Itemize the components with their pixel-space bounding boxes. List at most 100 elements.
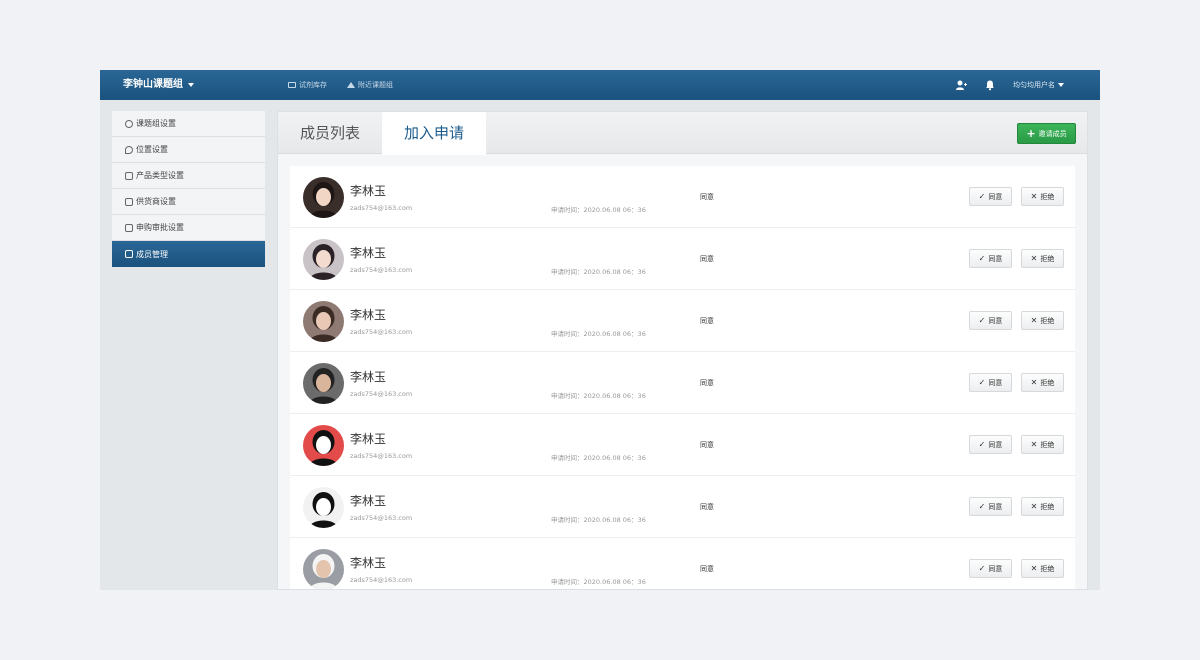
apply-time: 申请时间：2020.06.08 06：36 xyxy=(551,206,646,214)
avatar xyxy=(303,549,344,589)
applicant-name: 李林玉 xyxy=(350,246,387,260)
truck-icon xyxy=(125,197,133,206)
agree-button[interactable]: ✓ 同意 xyxy=(969,373,1012,392)
avatar xyxy=(303,487,344,528)
list-item: 李林玉 zads754@163.com 申请时间：2020.06.08 06：36 同… xyxy=(290,290,1075,352)
agree-button[interactable]: ✓ 同意 xyxy=(969,249,1012,268)
sidebar-item-label: 课题组设置 xyxy=(136,119,176,128)
reject-button[interactable]: ✕ 拒绝 xyxy=(1021,559,1064,578)
applicant-email: zads754@163.com xyxy=(350,390,413,398)
apply-time: 申请时间：2020.06.08 06：36 xyxy=(551,454,646,462)
sidebar-item-label: 申购审批设置 xyxy=(136,223,184,232)
caret-down-icon xyxy=(188,83,194,87)
plus-icon: + xyxy=(1026,126,1036,140)
applicant-name: 李林玉 xyxy=(350,494,387,508)
applicant-email: zads754@163.com xyxy=(350,204,413,212)
check-icon: ✓ xyxy=(978,378,986,387)
cart-icon xyxy=(125,223,133,232)
applicant-name: 李林玉 xyxy=(350,432,387,446)
reject-button[interactable]: ✕ 拒绝 xyxy=(1021,249,1064,268)
agree-label: 同意 xyxy=(988,316,1003,325)
list-item: 李林玉 zads754@163.com 申请时间：2020.06.08 06：36 同… xyxy=(290,476,1075,538)
app-window: 李钟山课题组 试剂库存 附近课题组 均匀均用户名 课题组设置 位置设置 产品类型… xyxy=(100,70,1100,590)
nav-link-inventory[interactable]: 试剂库存 xyxy=(288,70,327,100)
close-icon: ✕ xyxy=(1030,502,1038,511)
nav-link-nearby-groups[interactable]: 附近课题组 xyxy=(347,70,393,100)
reject-label: 拒绝 xyxy=(1040,192,1055,201)
applicant-email: zads754@163.com xyxy=(350,266,413,274)
apply-time: 申请时间：2020.06.08 06：36 xyxy=(551,268,646,276)
status-text: 同意 xyxy=(700,193,714,201)
nav-link-label: 附近课题组 xyxy=(358,81,393,89)
close-icon: ✕ xyxy=(1030,440,1038,449)
applicant-email: zads754@163.com xyxy=(350,452,413,460)
reject-label: 拒绝 xyxy=(1040,502,1055,511)
agree-button[interactable]: ✓ 同意 xyxy=(969,559,1012,578)
applicant-name: 李林玉 xyxy=(350,184,387,198)
applicant-name: 李林玉 xyxy=(350,556,387,570)
sidebar-item-supplier-settings[interactable]: 供货商设置 xyxy=(112,189,265,215)
applicant-email: zads754@163.com xyxy=(350,328,413,336)
user-menu[interactable]: 均匀均用户名 xyxy=(1013,70,1064,100)
invite-member-button[interactable]: + 邀请成员 xyxy=(1017,123,1076,144)
sidebar-item-location-settings[interactable]: 位置设置 xyxy=(112,137,265,163)
reject-button[interactable]: ✕ 拒绝 xyxy=(1021,435,1064,454)
agree-button[interactable]: ✓ 同意 xyxy=(969,435,1012,454)
check-icon: ✓ xyxy=(978,564,986,573)
tab-join-requests[interactable]: 加入申请 xyxy=(382,112,486,155)
applicant-email: zads754@163.com xyxy=(350,576,413,584)
agree-label: 同意 xyxy=(988,254,1003,263)
sidebar-item-purchase-approval-settings[interactable]: 申购审批设置 xyxy=(112,215,265,241)
applicant-email: zads754@163.com xyxy=(350,514,413,522)
list-item: 李林玉 zads754@163.com 申请时间：2020.06.08 06：36 同… xyxy=(290,538,1075,589)
bell-icon[interactable] xyxy=(984,79,996,91)
invite-member-label: 邀请成员 xyxy=(1038,129,1067,138)
sidebar-item-label: 成员管理 xyxy=(136,249,168,259)
check-icon: ✓ xyxy=(978,254,986,263)
settings-icon xyxy=(125,119,133,128)
reject-label: 拒绝 xyxy=(1040,316,1055,325)
apply-time: 申请时间：2020.06.08 06：36 xyxy=(551,330,646,338)
sidebar-item-product-type-settings[interactable]: 产品类型设置 xyxy=(112,163,265,189)
list-item: 李林玉 zads754@163.com 申请时间：2020.06.08 06：36 同… xyxy=(290,352,1075,414)
agree-button[interactable]: ✓ 同意 xyxy=(969,497,1012,516)
members-icon xyxy=(125,250,133,258)
nav-link-label: 试剂库存 xyxy=(299,81,327,89)
agree-button[interactable]: ✓ 同意 xyxy=(969,187,1012,206)
agree-button[interactable]: ✓ 同意 xyxy=(969,311,1012,330)
applicant-list: 李林玉 zads754@163.com 申请时间：2020.06.08 06：36 同… xyxy=(290,166,1075,589)
group-switcher[interactable]: 李钟山课题组 xyxy=(123,70,194,100)
reject-button[interactable]: ✕ 拒绝 xyxy=(1021,187,1064,206)
reject-button[interactable]: ✕ 拒绝 xyxy=(1021,497,1064,516)
tab-member-list[interactable]: 成员列表 xyxy=(278,112,382,154)
reject-label: 拒绝 xyxy=(1040,378,1055,387)
status-text: 同意 xyxy=(700,255,714,263)
sidebar-item-group-settings[interactable]: 课题组设置 xyxy=(112,111,265,137)
close-icon: ✕ xyxy=(1030,316,1038,325)
location-pin-icon xyxy=(125,145,133,154)
grid-icon xyxy=(125,171,133,180)
apply-time: 申请时间：2020.06.08 06：36 xyxy=(551,578,646,586)
add-user-icon[interactable] xyxy=(955,79,967,91)
location-icon xyxy=(347,82,355,88)
agree-label: 同意 xyxy=(988,502,1003,511)
agree-label: 同意 xyxy=(988,378,1003,387)
check-icon: ✓ xyxy=(978,440,986,449)
avatar xyxy=(303,425,344,466)
sidebar-item-member-management[interactable]: 成员管理 xyxy=(112,241,265,267)
avatar xyxy=(303,301,344,342)
reject-button[interactable]: ✕ 拒绝 xyxy=(1021,373,1064,392)
caret-down-icon xyxy=(1058,83,1064,87)
avatar xyxy=(303,177,344,218)
close-icon: ✕ xyxy=(1030,192,1038,201)
check-icon: ✓ xyxy=(978,192,986,201)
archive-icon xyxy=(288,82,296,88)
reject-label: 拒绝 xyxy=(1040,254,1055,263)
apply-time: 申请时间：2020.06.08 06：36 xyxy=(551,392,646,400)
avatar xyxy=(303,239,344,280)
status-text: 同意 xyxy=(700,503,714,511)
tab-bar: 成员列表 加入申请 + 邀请成员 xyxy=(278,112,1087,155)
close-icon: ✕ xyxy=(1030,564,1038,573)
check-icon: ✓ xyxy=(978,502,986,511)
reject-button[interactable]: ✕ 拒绝 xyxy=(1021,311,1064,330)
